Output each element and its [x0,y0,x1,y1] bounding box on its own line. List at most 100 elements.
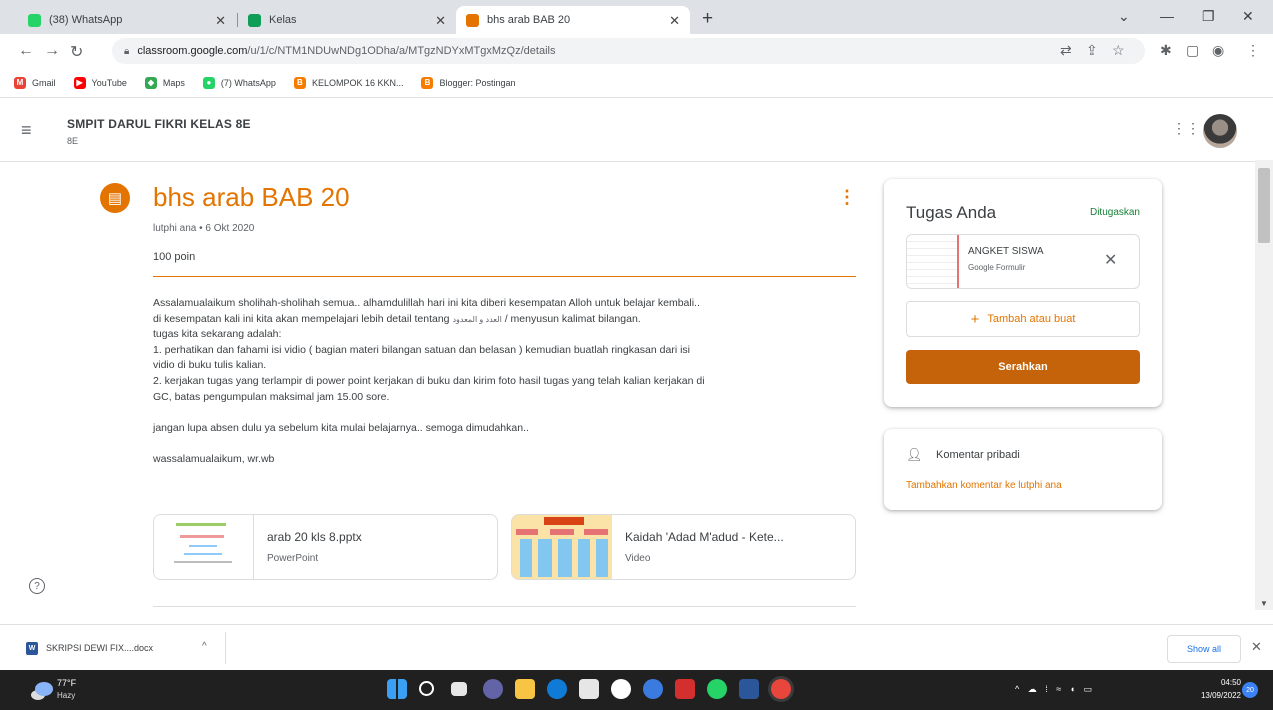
divider [153,276,856,277]
chevron-up-icon[interactable]: ^ [202,641,207,652]
your-work-card: Tugas Anda Ditugaskan ANGKET SISWA Googl… [884,179,1162,407]
tab-title: (38) WhatsApp [49,14,123,26]
more-options-icon[interactable]: ⋮ [838,187,856,208]
task-view-icon[interactable] [451,682,467,696]
whatsapp-icon[interactable] [707,679,727,699]
chat-icon[interactable] [483,679,503,699]
address-bar[interactable]: 🔒︎ classroom.google.com/u/1/c/NTM1NDUwND… [112,38,1145,64]
attachment-video[interactable]: Kaidah 'Adad M'adud - Kete... Video [511,514,856,580]
bookmark-maps[interactable]: ◆ Maps [144,76,185,89]
attached-file[interactable]: ANGKET SISWA Google Formulir ✕ [906,234,1140,289]
close-tab-icon[interactable]: ✕ [435,13,446,29]
plus-icon: + [970,310,980,328]
add-or-create-button[interactable]: + Tambah atau buat [906,301,1140,337]
description-line: Assalamualaikum sholihah-sholihah semua.… [153,297,700,309]
submit-button[interactable]: Serahkan [906,350,1140,384]
bookmark-blogger[interactable]: B Blogger: Postingan [421,76,516,89]
add-private-comment-link[interactable]: Tambahkan komentar ke lutphi ana [906,480,1062,491]
bookmark-label: (7) WhatsApp [220,77,276,88]
profile-icon[interactable]: ◉ [1212,42,1224,59]
assignment-icon: ▤ [100,183,130,213]
chrome-icon[interactable] [771,679,791,699]
private-comments-title: Komentar pribadi [936,449,1020,461]
attachment-pptx[interactable]: arab 20 kls 8.pptx PowerPoint [153,514,498,580]
url-host: classroom.google.com [137,45,248,57]
attachment-thumbnail [154,515,254,579]
restore-icon[interactable]: ❐ [1202,8,1215,25]
private-comments-card: 👤︎ Komentar pribadi Tambahkan komentar k… [884,429,1162,510]
side-panel-icon[interactable]: ▢ [1186,42,1199,59]
bookmark-youtube[interactable]: ▶ YouTube [73,76,127,89]
page-scrollbar[interactable]: ▼ [1255,160,1273,610]
close-icon[interactable]: ✕ [1251,639,1262,655]
share-icon[interactable]: ⇪ [1086,42,1098,59]
word-icon[interactable] [739,679,759,699]
description-line: wassalamualaikum, wr.wb [153,452,275,465]
app-icon[interactable] [611,679,631,699]
bookmark-label: YouTube [91,77,127,88]
forward-icon[interactable]: → [44,42,60,60]
download-file-name[interactable]: SKRIPSI DEWI FIX....docx [46,643,153,653]
windows-start-icon[interactable] [387,679,407,699]
minimize-icon[interactable]: — [1160,8,1174,24]
bookmark-label: Blogger: Postingan [439,77,516,88]
back-icon[interactable]: ← [18,42,34,60]
bookmark-whatsapp[interactable]: ● (7) WhatsApp [202,76,276,89]
mcafee-icon[interactable] [675,679,695,699]
youtube-icon: ▶ [73,76,86,89]
store-icon[interactable] [579,679,599,699]
blogger-icon: B [293,76,306,89]
url-path: /u/1/c/NTM1NDUwNDg1ODha/a/MTgzNDYxMTgxMz… [247,45,556,57]
description-text: di kesempatan kali ini kita akan mempela… [153,312,450,325]
bookmark-label: KELOMPOK 16 KKN... [311,77,404,88]
translate-icon[interactable]: ⇄ [1060,42,1072,59]
browser-tab-bar: (38) WhatsApp ✕ Kelas ✕ bhs arab BAB 20 … [0,0,1273,34]
weather-icon [35,682,53,696]
tab-search-chevron-icon[interactable]: ⌄ [1118,8,1130,25]
close-tab-icon[interactable]: ✕ [215,13,226,29]
search-icon[interactable] [419,681,434,696]
close-tab-icon[interactable]: ✕ [669,13,680,29]
close-window-icon[interactable]: ✕ [1242,8,1254,25]
chrome-icon[interactable] [643,679,663,699]
divider [153,606,856,607]
weather-temp: 77°F [57,678,77,688]
attachment-type: Video [625,553,651,564]
bookmark-star-icon[interactable]: ☆ [1112,42,1125,59]
description-text: / menyusun kalimat bilangan. [504,312,641,325]
class-section: 8E [67,136,79,146]
tab-kelas[interactable]: Kelas ✕ [238,6,456,34]
weather-widget[interactable]: 77°F Hazy [35,678,95,704]
lock-icon: 🔒︎ [124,45,130,57]
tab-assignment[interactable]: bhs arab BAB 20 ✕ [456,6,690,34]
clock-date: 13/09/2022 [1200,691,1241,700]
bookmarks-bar: M Gmail ▶ YouTube ◆ Maps ● (7) WhatsApp B KEL… [0,68,1273,98]
bookmark-kelompok[interactable]: B KELOMPOK 16 KKN... [293,76,404,89]
bookmark-gmail[interactable]: M Gmail [14,76,56,89]
extensions-icon[interactable]: ✱ [1160,42,1172,59]
scrollbar-thumb[interactable] [1258,168,1270,243]
notification-badge[interactable]: 20 [1242,682,1258,698]
show-all-button[interactable]: Show all [1167,635,1241,663]
menu-dots-icon[interactable]: ⋮ [1246,42,1260,59]
remove-file-icon[interactable]: ✕ [1104,250,1117,270]
system-tray[interactable]: ^ ☁ ⁞ ≈ ◖ ▭ [1015,684,1095,695]
blogger-icon: B [421,76,434,89]
clock[interactable]: 04:50 13/09/2022 [1197,676,1241,702]
file-explorer-icon[interactable] [515,679,535,699]
hamburger-menu-icon[interactable]: ≡ [21,120,32,141]
attachment-type: PowerPoint [267,553,319,564]
whatsapp-icon: ● [202,76,215,89]
scroll-down-arrow-icon[interactable]: ▼ [1260,599,1268,608]
avatar[interactable] [1203,114,1237,148]
person-icon: 👤︎ [906,447,923,462]
windows-taskbar: 77°F Hazy ^ ☁ ⁞ ≈ ◖ ▭ 04:50 13/09/2022 2… [0,670,1273,710]
tab-whatsapp[interactable]: (38) WhatsApp ✕ [18,6,236,34]
new-tab-icon[interactable]: + [702,8,713,30]
class-name[interactable]: SMPIT DARUL FIKRI KELAS 8E [67,117,251,131]
edge-icon[interactable] [547,679,567,699]
reload-icon[interactable]: ↻ [70,42,83,62]
help-icon[interactable]: ? [29,578,45,594]
